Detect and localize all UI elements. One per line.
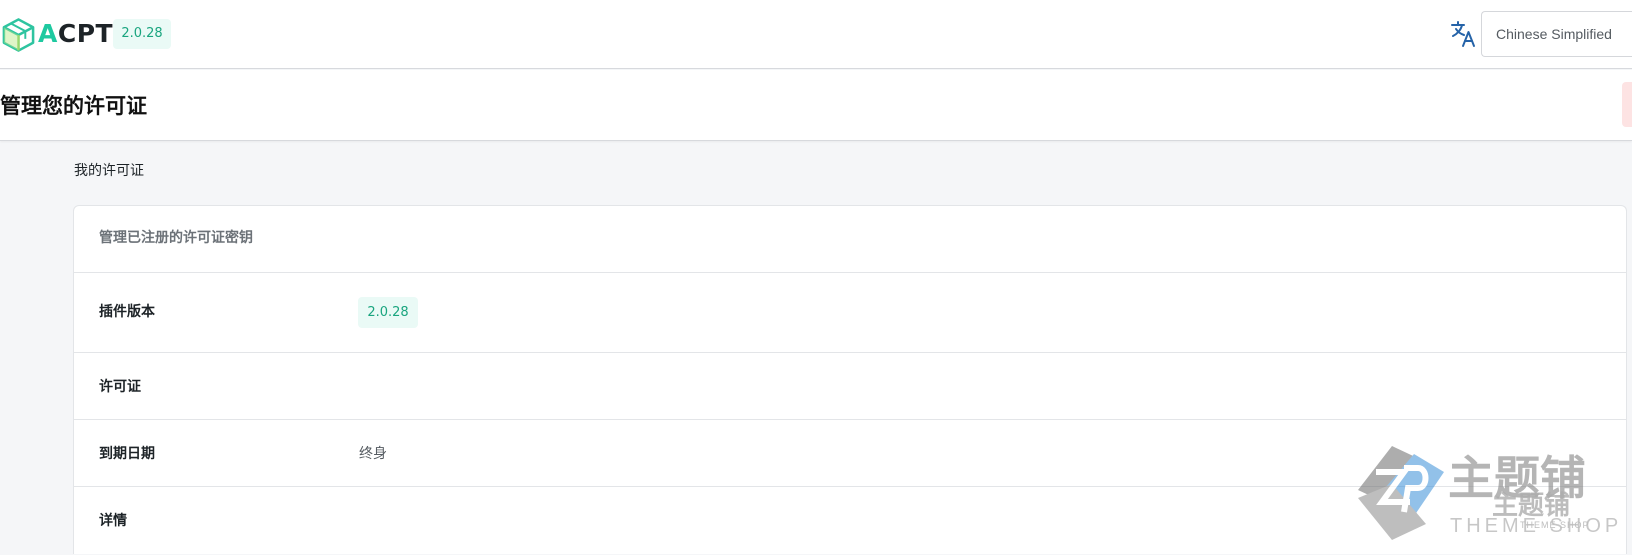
row-label-license: 许可证 [99, 379, 141, 395]
breadcrumb: 我的许可证 [74, 163, 144, 179]
action-button-partial[interactable] [1622, 82, 1632, 127]
title-bar: 管理您的许可证 [0, 70, 1632, 141]
watermark-small-text-en: THEME SHOP [1520, 520, 1590, 530]
row-label-expiry-date: 到期日期 [99, 446, 155, 462]
expiry-date-value: 终身 [359, 446, 387, 462]
table-row: 插件版本 2.0.28 [74, 273, 1626, 353]
brand-name[interactable]: ACPT [38, 18, 113, 50]
language-select[interactable]: Chinese Simplified [1481, 11, 1632, 57]
version-badge: 2.0.28 [113, 19, 171, 49]
brand-initial: A [38, 19, 58, 48]
top-bar: ACPT 2.0.28 Chinese Simplified [0, 0, 1632, 69]
translate-icon[interactable] [1450, 20, 1476, 48]
page-title: 管理您的许可证 [0, 94, 147, 118]
brand-rest: CPT [57, 19, 114, 48]
theme-shop-watermark-logo: 主题铺 THEME SHOP 主题铺 THEME SHOP [1358, 446, 1618, 540]
row-label-plugin-version: 插件版本 [99, 304, 155, 320]
acpt-logo-icon[interactable] [1, 17, 36, 53]
plugin-version-badge: 2.0.28 [358, 297, 418, 328]
row-label-details: 详情 [99, 513, 127, 529]
table-row: 许可证 [74, 353, 1626, 420]
card-header: 管理已注册的许可证密钥 [74, 206, 1626, 273]
watermark-small-text-cn: 主题铺 [1492, 491, 1570, 521]
